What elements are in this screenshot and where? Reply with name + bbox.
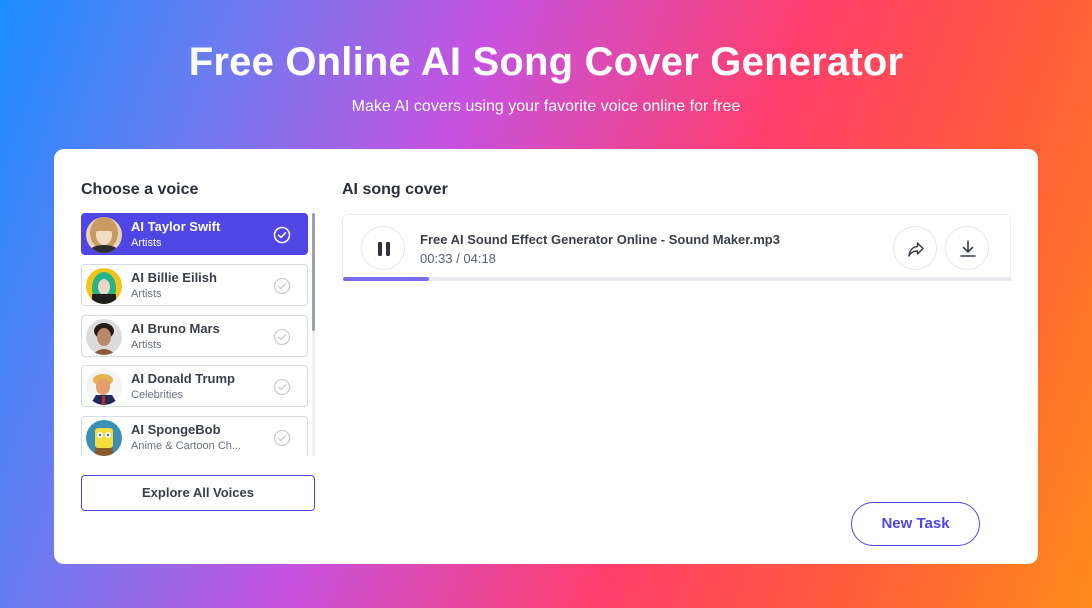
audio-player: Free AI Sound Effect Generator Online - … — [342, 214, 1012, 281]
share-icon — [908, 242, 924, 257]
song-cover-title: AI song cover — [342, 181, 448, 198]
explore-all-voices-button[interactable]: Explore All Voices — [81, 475, 315, 511]
progress-bar[interactable] — [343, 277, 1012, 281]
avatar — [86, 319, 122, 355]
hero-subtitle: Make AI covers using your favorite voice… — [351, 98, 741, 115]
voice-list-scrollbar[interactable] — [312, 213, 315, 456]
voice-item-spongebob[interactable]: AI SpongeBob Anime & Cartoon Ch... — [81, 416, 308, 456]
download-button[interactable] — [945, 226, 989, 270]
avatar — [86, 268, 122, 304]
voice-item-billie-eilish[interactable]: AI Billie Eilish Artists — [81, 264, 308, 306]
check-circle-icon — [273, 429, 291, 447]
scroll-thumb[interactable] — [312, 213, 315, 331]
share-button[interactable] — [893, 226, 937, 270]
generator-card: Choose a voice AI song cover AI Taylor S… — [54, 149, 1038, 564]
voice-list: AI Taylor Swift Artists AI Billie Eilish… — [81, 213, 308, 456]
avatar — [86, 217, 122, 253]
voice-item-taylor-swift[interactable]: AI Taylor Swift Artists — [81, 213, 308, 255]
choose-voice-title: Choose a voice — [81, 181, 199, 198]
voice-category: Artists — [131, 288, 162, 300]
voice-item-donald-trump[interactable]: AI Donald Trump Celebrities — [81, 365, 308, 407]
progress-fill — [343, 277, 429, 281]
hero-title: Free Online AI Song Cover Generator — [188, 40, 904, 84]
download-icon — [960, 240, 976, 257]
check-circle-icon — [273, 328, 291, 346]
voice-category: Artists — [131, 339, 162, 351]
voice-name: AI Billie Eilish — [131, 270, 217, 285]
pause-icon — [378, 242, 390, 256]
avatar — [86, 420, 122, 456]
voice-name: AI Donald Trump — [131, 371, 235, 386]
voice-category: Anime & Cartoon Ch... — [131, 440, 242, 452]
track-time: 00:33 / 04:18 — [420, 251, 496, 266]
voice-name: AI Taylor Swift — [131, 219, 221, 234]
voice-category: Artists — [131, 237, 162, 249]
voice-item-bruno-mars[interactable]: AI Bruno Mars Artists — [81, 315, 308, 357]
voice-name: AI Bruno Mars — [131, 321, 220, 336]
track-name: Free AI Sound Effect Generator Online - … — [420, 232, 780, 247]
voice-category: Celebrities — [131, 389, 183, 401]
check-circle-icon — [273, 277, 291, 295]
check-circle-icon — [273, 226, 291, 244]
new-task-button[interactable]: New Task — [851, 502, 980, 546]
check-circle-icon — [273, 378, 291, 396]
voice-name: AI SpongeBob — [131, 422, 221, 437]
avatar — [86, 369, 122, 405]
pause-button[interactable] — [361, 226, 405, 270]
